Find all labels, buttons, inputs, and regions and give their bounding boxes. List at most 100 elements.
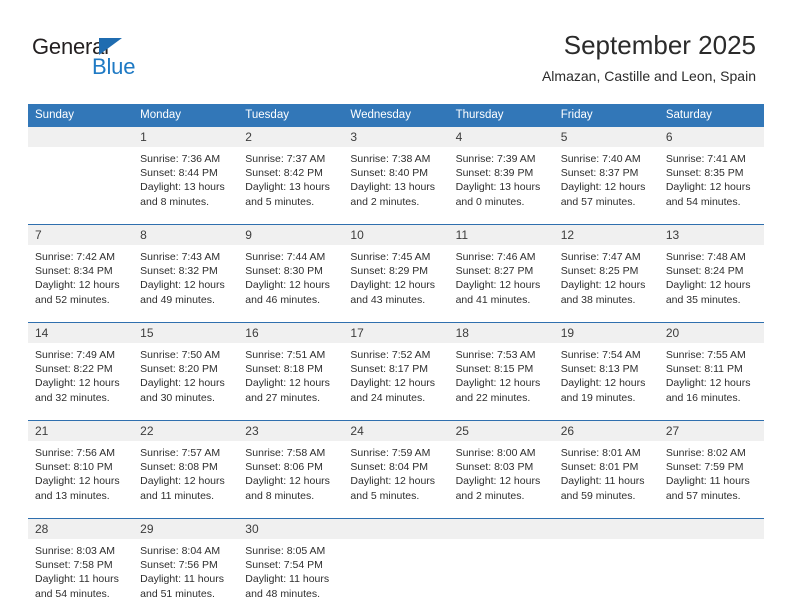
daylight-text: Daylight: 12 hours and 43 minutes. — [350, 279, 436, 306]
day-cell[interactable] — [28, 147, 134, 225]
day-cell[interactable]: Sunrise: 8:00 AM Sunset: 8:03 PM Dayligh… — [448, 441, 554, 519]
week-row-daynumbers: 7 8 9 10 11 12 13 — [28, 224, 764, 245]
day-number[interactable]: 5 — [553, 127, 659, 147]
day-cell[interactable]: Sunrise: 7:38 AM Sunset: 8:40 PM Dayligh… — [343, 147, 449, 225]
sunrise-text: Sunrise: 8:00 AM — [455, 447, 536, 459]
day-number[interactable]: 16 — [238, 322, 344, 343]
day-number[interactable]: 30 — [238, 518, 344, 539]
day-number[interactable]: 6 — [658, 127, 764, 147]
day-number[interactable]: 2 — [238, 127, 344, 147]
sunrise-text: Sunrise: 7:49 AM — [35, 349, 115, 361]
day-number[interactable] — [343, 518, 449, 539]
day-number[interactable]: 21 — [28, 420, 134, 441]
day-cell[interactable]: Sunrise: 7:58 AM Sunset: 8:06 PM Dayligh… — [238, 441, 344, 519]
day-cell[interactable]: Sunrise: 7:45 AM Sunset: 8:29 PM Dayligh… — [343, 245, 449, 323]
day-number[interactable]: 12 — [553, 224, 659, 245]
day-number[interactable]: 26 — [553, 420, 659, 441]
daylight-text: Daylight: 13 hours and 0 minutes. — [455, 181, 541, 208]
sunset-text: Sunset: 8:42 PM — [245, 167, 323, 180]
day-cell[interactable] — [553, 539, 659, 616]
day-cell[interactable] — [658, 539, 764, 616]
day-cell[interactable]: Sunrise: 8:01 AM Sunset: 8:01 PM Dayligh… — [553, 441, 659, 519]
day-number[interactable]: 8 — [133, 224, 239, 245]
day-number[interactable]: 15 — [133, 322, 239, 343]
day-number[interactable]: 23 — [238, 420, 344, 441]
sunrise-text: Sunrise: 7:58 AM — [245, 447, 326, 459]
day-cell[interactable]: Sunrise: 7:43 AM Sunset: 8:32 PM Dayligh… — [133, 245, 239, 323]
day-number[interactable]: 27 — [658, 420, 764, 441]
weekday-header-saturday: Saturday — [658, 104, 764, 127]
day-cell[interactable]: Sunrise: 8:04 AM Sunset: 7:56 PM Dayligh… — [133, 539, 239, 616]
day-cell[interactable]: Sunrise: 7:59 AM Sunset: 8:04 PM Dayligh… — [343, 441, 449, 519]
sunrise-text: Sunrise: 8:03 AM — [35, 545, 115, 557]
day-cell[interactable]: Sunrise: 7:37 AM Sunset: 8:42 PM Dayligh… — [238, 147, 344, 225]
day-cell[interactable]: Sunrise: 7:52 AM Sunset: 8:17 PM Dayligh… — [343, 343, 449, 421]
day-cell[interactable]: Sunrise: 7:50 AM Sunset: 8:20 PM Dayligh… — [133, 343, 239, 421]
sunset-text: Sunset: 8:44 PM — [140, 167, 218, 180]
day-cell[interactable]: Sunrise: 7:47 AM Sunset: 8:25 PM Dayligh… — [553, 245, 659, 323]
day-number[interactable]: 17 — [343, 322, 449, 343]
day-number[interactable] — [658, 518, 764, 539]
page-header: General Blue September 2025 Almazan, Cas… — [0, 0, 792, 100]
day-cell[interactable]: Sunrise: 7:48 AM Sunset: 8:24 PM Dayligh… — [658, 245, 764, 323]
day-cell[interactable]: Sunrise: 7:49 AM Sunset: 8:22 PM Dayligh… — [28, 343, 134, 421]
daylight-text: Daylight: 12 hours and 38 minutes. — [560, 279, 646, 306]
sunrise-text: Sunrise: 7:36 AM — [140, 153, 221, 165]
sunrise-text: Sunrise: 7:39 AM — [455, 153, 536, 165]
sunrise-text: Sunrise: 7:37 AM — [245, 153, 326, 165]
day-cell[interactable]: Sunrise: 7:53 AM Sunset: 8:15 PM Dayligh… — [448, 343, 554, 421]
day-cell[interactable] — [448, 539, 554, 616]
day-cell[interactable]: Sunrise: 7:54 AM Sunset: 8:13 PM Dayligh… — [553, 343, 659, 421]
day-number[interactable]: 20 — [658, 322, 764, 343]
day-number[interactable]: 24 — [343, 420, 449, 441]
day-number[interactable] — [553, 518, 659, 539]
day-cell[interactable]: Sunrise: 7:42 AM Sunset: 8:34 PM Dayligh… — [28, 245, 134, 323]
week-row-details: Sunrise: 7:49 AM Sunset: 8:22 PM Dayligh… — [28, 343, 764, 421]
day-number[interactable]: 18 — [448, 322, 554, 343]
day-number[interactable]: 13 — [658, 224, 764, 245]
weekday-header-tuesday: Tuesday — [238, 104, 344, 127]
day-cell[interactable]: Sunrise: 7:56 AM Sunset: 8:10 PM Dayligh… — [28, 441, 134, 519]
day-number[interactable]: 19 — [553, 322, 659, 343]
day-number[interactable]: 3 — [343, 127, 449, 147]
day-cell[interactable]: Sunrise: 8:03 AM Sunset: 7:58 PM Dayligh… — [28, 539, 134, 616]
day-number[interactable]: 14 — [28, 322, 134, 343]
day-cell[interactable]: Sunrise: 7:46 AM Sunset: 8:27 PM Dayligh… — [448, 245, 554, 323]
day-number[interactable]: 1 — [133, 127, 239, 147]
day-cell[interactable]: Sunrise: 7:57 AM Sunset: 8:08 PM Dayligh… — [133, 441, 239, 519]
day-cell[interactable]: Sunrise: 8:05 AM Sunset: 7:54 PM Dayligh… — [238, 539, 344, 616]
day-number[interactable]: 22 — [133, 420, 239, 441]
calendar-grid: Sunday Monday Tuesday Wednesday Thursday… — [28, 104, 764, 616]
page-title: September 2025 — [563, 30, 756, 60]
day-number[interactable]: 7 — [28, 224, 134, 245]
sunset-text: Sunset: 8:37 PM — [560, 167, 639, 180]
daylight-text: Daylight: 11 hours and 59 minutes. — [560, 475, 645, 502]
day-cell[interactable]: Sunrise: 7:36 AM Sunset: 8:44 PM Dayligh… — [133, 147, 239, 225]
day-cell[interactable]: Sunrise: 7:55 AM Sunset: 8:11 PM Dayligh… — [658, 343, 764, 421]
day-cell[interactable] — [343, 539, 449, 616]
day-number[interactable]: 28 — [28, 518, 134, 539]
day-cell[interactable]: Sunrise: 7:44 AM Sunset: 8:30 PM Dayligh… — [238, 245, 344, 323]
day-number[interactable] — [28, 127, 134, 147]
day-number[interactable]: 4 — [448, 127, 554, 147]
page-subtitle: Almazan, Castille and Leon, Spain — [541, 68, 756, 84]
day-number[interactable]: 25 — [448, 420, 554, 441]
sunrise-text: Sunrise: 7:42 AM — [35, 251, 115, 263]
day-number[interactable]: 11 — [448, 224, 554, 245]
day-number[interactable] — [448, 518, 554, 539]
day-cell[interactable]: Sunrise: 7:51 AM Sunset: 8:18 PM Dayligh… — [238, 343, 344, 421]
daylight-text: Daylight: 12 hours and 35 minutes. — [665, 279, 751, 306]
sunset-text: Sunset: 7:54 PM — [245, 559, 323, 572]
sunset-text: Sunset: 8:34 PM — [35, 265, 113, 278]
day-number[interactable]: 10 — [343, 224, 449, 245]
week-row-details: Sunrise: 7:36 AM Sunset: 8:44 PM Dayligh… — [28, 147, 764, 225]
day-number[interactable]: 9 — [238, 224, 344, 245]
day-cell[interactable]: Sunrise: 7:40 AM Sunset: 8:37 PM Dayligh… — [553, 147, 659, 225]
day-cell[interactable]: Sunrise: 7:39 AM Sunset: 8:39 PM Dayligh… — [448, 147, 554, 225]
day-cell[interactable]: Sunrise: 8:02 AM Sunset: 7:59 PM Dayligh… — [658, 441, 764, 519]
daylight-text: Daylight: 13 hours and 2 minutes. — [350, 181, 436, 208]
day-number[interactable]: 29 — [133, 518, 239, 539]
daylight-text: Daylight: 12 hours and 22 minutes. — [455, 377, 541, 404]
day-cell[interactable]: Sunrise: 7:41 AM Sunset: 8:35 PM Dayligh… — [658, 147, 764, 225]
week-row-details: Sunrise: 7:42 AM Sunset: 8:34 PM Dayligh… — [28, 245, 764, 323]
